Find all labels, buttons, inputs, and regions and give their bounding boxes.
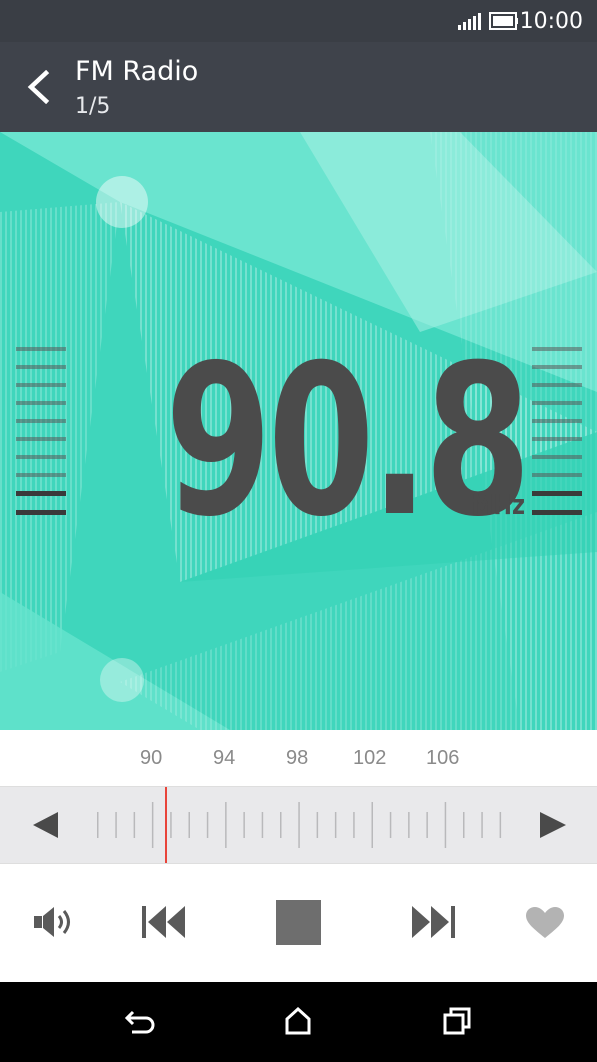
status-time: 10:00	[519, 9, 583, 34]
dial-tick	[334, 812, 337, 838]
dial-tick	[206, 812, 209, 838]
dial-tick	[115, 812, 117, 838]
seek-up-arrow-icon[interactable]	[540, 812, 566, 838]
battery-icon	[489, 12, 518, 30]
system-nav-bar	[0, 982, 597, 1062]
dial-tick	[298, 802, 300, 848]
dial-tick	[499, 812, 502, 838]
dial-tick	[463, 812, 465, 838]
dial-tick	[133, 812, 136, 838]
dial-tick	[151, 802, 154, 848]
signal-meter-left	[16, 347, 66, 529]
dial-tick	[389, 812, 392, 838]
skip-previous-icon[interactable]	[142, 906, 186, 938]
dial-tick	[97, 812, 99, 838]
station-position: 1/5	[75, 94, 111, 119]
signal-meter-right	[532, 347, 582, 529]
status-bar: 10:00	[0, 0, 597, 42]
nav-recents-icon[interactable]	[443, 1007, 471, 1035]
frequency-unit: MHz	[471, 488, 526, 521]
dial-label: 102	[353, 747, 387, 769]
dial-tick	[408, 812, 410, 838]
skip-next-icon[interactable]	[411, 906, 455, 938]
dial-tick	[371, 802, 373, 848]
chevron-left-icon[interactable]	[24, 70, 54, 104]
signal-bars-icon	[458, 13, 481, 30]
dial-tick	[426, 812, 428, 838]
dial-tick	[316, 812, 319, 838]
dial-tick	[481, 812, 483, 838]
dial-tick	[280, 812, 282, 838]
heart-icon[interactable]	[526, 907, 564, 939]
dial-tick	[243, 812, 245, 838]
volume-icon[interactable]	[34, 904, 76, 940]
nav-back-icon[interactable]	[124, 1009, 156, 1037]
nav-home-icon[interactable]	[284, 1007, 312, 1035]
dial-label: 106	[426, 747, 460, 769]
dial-tick	[188, 812, 190, 838]
app-header: FM Radio 1/5	[0, 42, 597, 132]
stop-icon[interactable]	[276, 900, 321, 945]
seek-down-arrow-icon[interactable]	[33, 812, 58, 838]
tuning-dial[interactable]	[0, 786, 597, 864]
dial-label: 90	[140, 747, 163, 769]
dial-ticks	[97, 802, 502, 848]
dial-tick	[444, 802, 447, 848]
dial-tick	[170, 812, 172, 838]
page-title: FM Radio	[75, 56, 199, 87]
playback-controls	[0, 864, 597, 982]
tuning-indicator[interactable]	[165, 787, 167, 863]
dial-label: 94	[213, 747, 236, 769]
dial-tick	[225, 802, 227, 848]
dial-tick	[261, 812, 264, 838]
dial-tick	[353, 812, 355, 838]
dial-label: 98	[286, 747, 309, 769]
